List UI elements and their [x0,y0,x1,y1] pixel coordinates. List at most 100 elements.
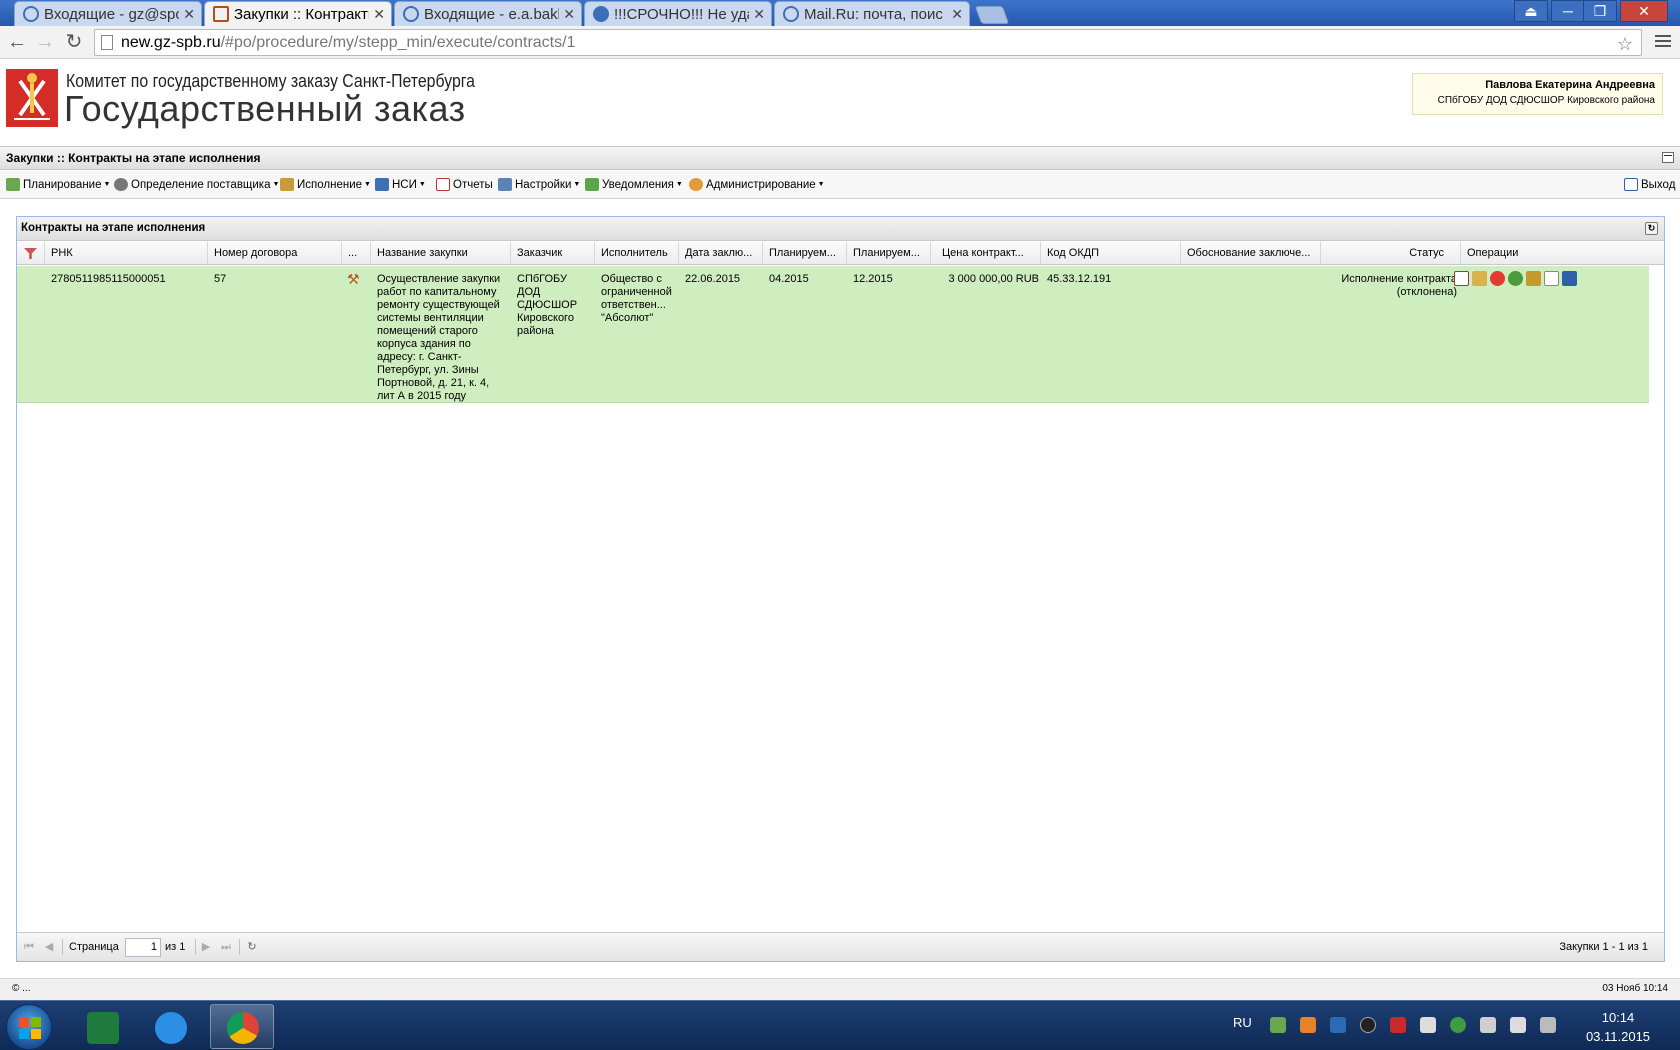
page-label: Страница [69,941,119,953]
previous-page-icon[interactable]: ◀ [43,940,55,954]
refresh-icon[interactable]: ↻ [246,940,258,954]
column-header-contract-number[interactable]: Номер договора [208,242,342,264]
column-header-executor[interactable]: Исполнитель [595,242,679,264]
bookmark-star-icon[interactable]: ☆ [1617,32,1633,57]
book-icon [375,178,389,191]
browser-tab-active[interactable]: Закупки :: Контракты ✕ [204,1,392,26]
column-header-planned-2[interactable]: Планируем... [847,242,931,264]
sync-tray-icon[interactable] [1450,1017,1466,1033]
tab-title: !!!СРОЧНО!!! Не уда [614,5,750,23]
taskbar-excel[interactable] [70,1004,134,1049]
taskbar-internet-explorer[interactable] [138,1004,202,1049]
clock-time: 10:14 [1601,1010,1635,1025]
battery-tray-icon[interactable] [1540,1017,1556,1033]
reload-icon[interactable]: ↻ [62,30,86,54]
close-icon[interactable]: ✕ [563,6,575,23]
column-header-okdp-code[interactable]: Код ОКДП [1041,242,1181,264]
column-header-basis[interactable]: Обоснование заключе... [1181,242,1321,264]
network-tray-icon[interactable] [1480,1017,1496,1033]
cell-okdp-code: 45.33.12.191 [1047,273,1112,285]
close-icon[interactable]: ✕ [753,6,765,23]
column-header-conclusion-date[interactable]: Дата заклю... [679,242,763,264]
cell-procurement-name: Осуществление закупки работ по капитальн… [377,273,504,402]
next-page-icon[interactable]: ▶ [200,940,212,954]
column-header-status[interactable]: Статус [1321,242,1461,264]
browser-menu-icon[interactable] [1655,32,1671,52]
excel-icon [87,1012,119,1044]
antivirus-tray-icon[interactable] [1390,1017,1406,1033]
page-count: из 1 [165,941,186,953]
close-icon[interactable]: ✕ [183,6,195,23]
filter-clear-icon[interactable] [17,242,45,264]
address-bar[interactable]: new.gz-spb.ru/#po/procedure/my/stepp_min… [94,29,1642,56]
dropdown-arrow-icon: ▼ [573,181,581,188]
browser-tab[interactable]: Входящие - gz@spo ✕ [14,1,202,26]
page-number-input[interactable]: 1 [125,938,161,957]
app-tray-icon[interactable] [1300,1017,1316,1033]
menu-notifications[interactable]: Уведомления ▼ [585,178,683,191]
user-name: Павлова Екатерина Андреевна [1485,79,1655,91]
minimize-button[interactable]: ─ [1551,0,1585,22]
menu-settings[interactable]: Настройки ▼ [498,178,580,191]
gear-icon [114,178,128,191]
user-info-box[interactable]: Павлова Екатерина Андреевна СПбГОБУ ДОД … [1412,73,1663,115]
user-icon[interactable]: ⏏ [1514,0,1548,22]
column-header-operations[interactable]: Операции [1461,242,1649,264]
close-icon[interactable]: ✕ [951,6,963,23]
browser-tab[interactable]: Mail.Ru: почта, поис ✕ [774,1,970,26]
procedure-tool-icon[interactable]: ⚒ [347,273,367,286]
first-page-icon[interactable]: ⏮ [23,940,35,954]
spb-coat-of-arms-logo [6,69,58,127]
last-page-icon[interactable]: ⏭ [220,940,232,954]
dropdown-arrow-icon: ▼ [418,181,426,188]
window-close-button[interactable]: ✕ [1620,0,1668,22]
mail-icon [783,6,799,22]
app-tray-icon[interactable] [1360,1017,1376,1033]
close-icon[interactable]: ✕ [373,6,385,23]
column-header-customer[interactable]: Заказчик [511,242,595,264]
app-tray-icon[interactable] [1420,1017,1436,1033]
settings-icon[interactable] [1508,271,1523,286]
document-icon[interactable] [1454,271,1469,286]
network-tray-icon[interactable] [1270,1017,1286,1033]
logout-button[interactable]: Выход [1624,178,1675,191]
volume-tray-icon[interactable] [1510,1017,1526,1033]
menu-supplier-selection[interactable]: Определение поставщика ▼ [114,178,279,191]
menu-planning[interactable]: Планирование ▼ [6,178,110,191]
column-header-procurement-name[interactable]: Название закупки [371,242,511,264]
back-icon[interactable]: ← [5,30,29,54]
cell-executor: Общество с ограниченной ответствен... "А… [601,273,675,324]
browser-toolbar: ← → ↻ new.gz-spb.ru/#po/procedure/my/ste… [0,26,1680,59]
chart-icon[interactable] [1562,271,1577,286]
column-header-rnk[interactable]: РНК [45,242,208,264]
start-button[interactable] [6,1004,52,1050]
language-indicator[interactable]: RU [1233,1015,1252,1030]
taskbar-chrome[interactable] [210,1004,274,1049]
cell-status: Исполнение контракта (отклонена) [1341,273,1457,298]
taskbar-clock[interactable]: 10:14 03.11.2015 [1568,1008,1668,1046]
stop-icon[interactable] [1490,271,1505,286]
browser-tab[interactable]: !!!СРОЧНО!!! Не уда ✕ [584,1,772,26]
planning-icon [6,178,20,191]
page-icon[interactable] [1544,271,1559,286]
menu-execution[interactable]: Исполнение ▼ [280,178,371,191]
menu-administration[interactable]: Администрирование ▼ [689,178,825,191]
new-tab-button[interactable] [974,6,1010,24]
app-tray-icon[interactable] [1330,1017,1346,1033]
menu-reports[interactable]: Отчеты [436,178,493,191]
forward-icon[interactable]: → [33,30,57,54]
table-row[interactable]: 2780511985115000051 57 ⚒ Осуществление з… [17,266,1649,403]
grid-header: РНК Номер договора ... Название закупки … [17,242,1664,265]
menu-nsi[interactable]: НСИ ▼ [375,178,426,191]
edit-document-icon[interactable] [1472,271,1487,286]
column-header-contract-price[interactable]: Цена контракт... [931,242,1041,264]
browser-tab[interactable]: Входящие - e.a.bakla ✕ [394,1,582,26]
collapse-panel-button[interactable] [1662,152,1674,163]
maximize-button[interactable]: ❐ [1583,0,1617,22]
archive-icon[interactable] [1526,271,1541,286]
cell-planned-2: 12.2015 [853,273,893,285]
column-header-planned-1[interactable]: Планируем... [763,242,847,264]
refresh-icon[interactable]: ↻ [1645,222,1658,235]
menu-label: Планирование [23,178,102,191]
column-header-more[interactable]: ... [342,242,371,264]
